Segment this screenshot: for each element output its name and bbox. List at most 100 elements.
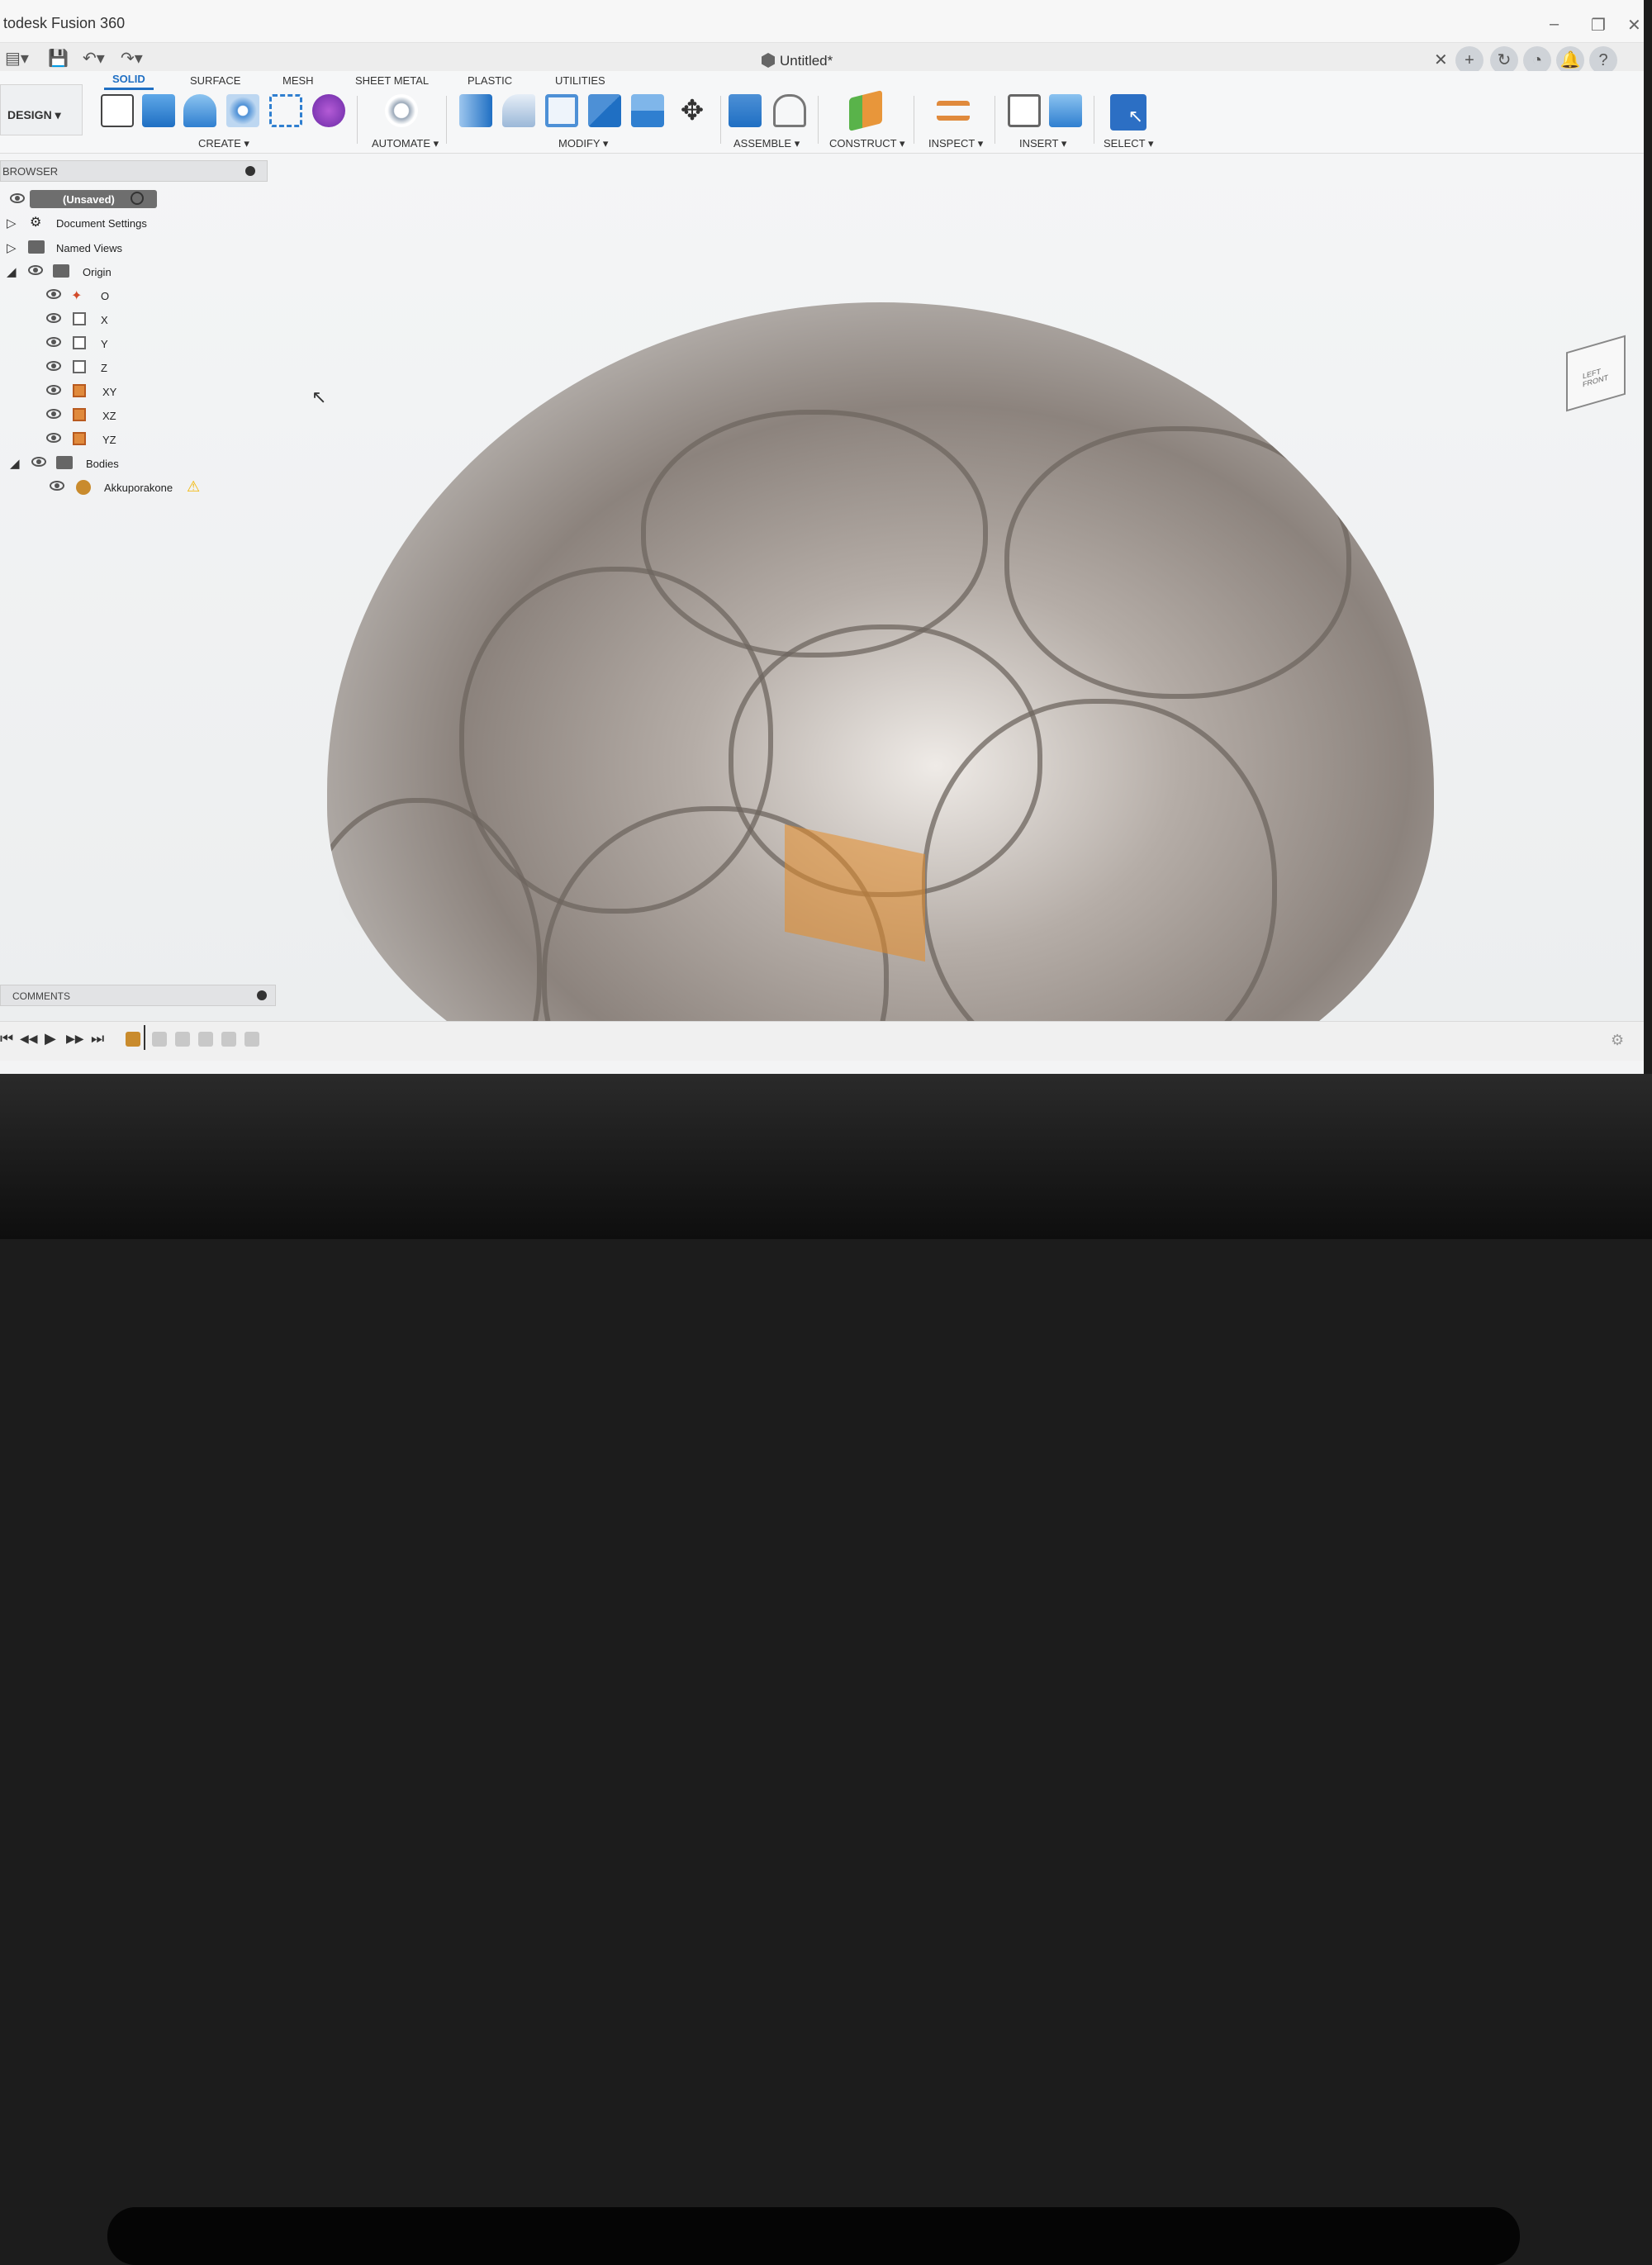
browser-item-x-axis[interactable]: X xyxy=(0,310,165,330)
collapse-triangle-icon[interactable]: ◢ xyxy=(7,264,17,279)
tab-sheet-metal[interactable]: SHEET METAL xyxy=(355,74,429,87)
select-group-label[interactable]: SELECT ▾ xyxy=(1104,137,1153,150)
browser-item-origin-point[interactable]: ✦ O xyxy=(0,286,165,306)
browser-item-body[interactable]: Akkuporakone ⚠ xyxy=(0,477,215,497)
tab-solid[interactable]: SOLID xyxy=(104,73,154,90)
gear-icon: ⚙ xyxy=(30,216,42,230)
timeline-bar: ⏮ ◀◀ ▶ ▶▶ ⏭ ⚙ xyxy=(0,1021,1644,1061)
construct-group-label[interactable]: CONSTRUCT ▾ xyxy=(829,137,905,150)
select-icon[interactable]: ↖ xyxy=(1110,94,1146,131)
fillet-icon[interactable] xyxy=(502,94,535,127)
visibility-eye-icon[interactable] xyxy=(46,337,61,347)
visibility-eye-icon[interactable] xyxy=(10,193,25,203)
tree-item-label: X xyxy=(101,314,108,326)
visibility-eye-icon[interactable] xyxy=(46,361,61,371)
extrude-icon[interactable] xyxy=(142,94,175,127)
close-button[interactable]: ✕ xyxy=(1627,15,1641,36)
notifications-icon[interactable]: 🔔 xyxy=(1556,46,1584,74)
close-document-icon[interactable]: ✕ xyxy=(1434,50,1448,70)
automate-group-label[interactable]: AUTOMATE ▾ xyxy=(372,137,439,150)
browser-item-xz-plane[interactable]: XZ xyxy=(0,406,165,425)
press-pull-icon[interactable] xyxy=(459,94,492,127)
joint-icon[interactable] xyxy=(773,94,806,127)
insert-derive-icon[interactable] xyxy=(1008,94,1041,127)
visibility-eye-icon[interactable] xyxy=(31,457,46,467)
workspace-switcher[interactable]: DESIGN ▾ xyxy=(0,84,83,135)
measure-icon[interactable] xyxy=(937,101,970,121)
timeline-marker[interactable] xyxy=(144,1025,145,1050)
browser-item-origin[interactable]: ◢ Origin xyxy=(0,262,165,282)
monitor-bezel xyxy=(0,1074,1652,2265)
toolbar-separator xyxy=(357,96,358,144)
extensions-icon[interactable]: ↻ xyxy=(1490,46,1518,74)
browser-item-xy-plane[interactable]: XY xyxy=(0,382,165,401)
visibility-eye-icon[interactable] xyxy=(50,481,64,491)
timeline-feature-icon[interactable] xyxy=(152,1032,167,1047)
shell-icon[interactable] xyxy=(545,94,578,127)
timeline-feature-icon[interactable] xyxy=(221,1032,236,1047)
browser-item-named-views[interactable]: ▷ Named Views xyxy=(0,238,165,258)
timeline-feature-icon[interactable] xyxy=(198,1032,213,1047)
browser-panel-header[interactable]: BROWSER xyxy=(0,160,268,182)
rectangular-pattern-icon[interactable] xyxy=(269,94,302,127)
warning-icon[interactable]: ⚠ xyxy=(187,478,200,496)
visibility-eye-icon[interactable] xyxy=(46,433,61,443)
visibility-eye-icon[interactable] xyxy=(28,265,43,275)
viewcube[interactable]: LEFT FRONT xyxy=(1566,335,1626,412)
timeline-feature-icon[interactable] xyxy=(126,1032,140,1047)
canvas-viewport[interactable]: LEFT FRONT ⟲ ▭ ✋ ⌕ 🔍 ▣ ▦ ⊞ ↖ xyxy=(0,154,1644,1021)
timeline-first-icon[interactable]: ⏮ xyxy=(0,1030,13,1047)
tab-mesh[interactable]: MESH xyxy=(282,74,314,87)
panel-seam xyxy=(922,699,1277,1021)
activate-radio-icon[interactable] xyxy=(131,192,144,205)
timeline-feature-icon[interactable] xyxy=(244,1032,259,1047)
maximize-button[interactable]: ❐ xyxy=(1591,15,1606,36)
visibility-eye-icon[interactable] xyxy=(46,313,61,323)
expand-triangle-icon[interactable]: ▷ xyxy=(7,216,17,230)
browser-item-bodies[interactable]: ◢ Bodies xyxy=(0,453,165,473)
move-icon[interactable]: ✥ xyxy=(676,94,709,127)
automate-icon[interactable] xyxy=(385,94,418,127)
create-form-icon[interactable] xyxy=(312,94,345,127)
revolve-icon[interactable] xyxy=(183,94,216,127)
browser-item-y-axis[interactable]: Y xyxy=(0,334,165,354)
timeline-next-icon[interactable]: ▶▶ xyxy=(66,1032,84,1046)
create-sketch-icon[interactable] xyxy=(101,94,134,127)
hole-icon[interactable] xyxy=(226,94,259,127)
new-component-icon[interactable] xyxy=(729,94,762,127)
create-group-label[interactable]: CREATE ▾ xyxy=(198,137,249,150)
visibility-eye-icon[interactable] xyxy=(46,289,61,299)
comments-panel-header[interactable]: COMMENTS xyxy=(0,985,276,1006)
comments-toggle-icon[interactable] xyxy=(257,990,267,1000)
expand-triangle-icon[interactable]: ▷ xyxy=(7,240,17,255)
browser-pin-icon[interactable] xyxy=(245,166,255,176)
timeline-last-icon[interactable]: ⏭ xyxy=(91,1030,104,1047)
visibility-eye-icon[interactable] xyxy=(46,385,61,395)
insert-group-label[interactable]: INSERT ▾ xyxy=(1019,137,1066,150)
timeline-feature-icon[interactable] xyxy=(175,1032,190,1047)
inspect-group-label[interactable]: INSPECT ▾ xyxy=(928,137,983,150)
timeline-settings-icon[interactable]: ⚙ xyxy=(1611,1032,1624,1049)
browser-root[interactable]: (Unsaved) xyxy=(0,190,165,210)
minimize-button[interactable]: – xyxy=(1550,15,1559,34)
timeline-prev-icon[interactable]: ◀◀ xyxy=(20,1032,38,1046)
tab-plastic[interactable]: PLASTIC xyxy=(468,74,512,87)
toolbar-separator xyxy=(446,96,447,144)
browser-item-yz-plane[interactable]: YZ xyxy=(0,430,165,449)
browser-item-document-settings[interactable]: ▷ ⚙ Document Settings xyxy=(0,213,165,233)
insert-canvas-icon[interactable] xyxy=(1049,94,1082,127)
offset-plane-icon[interactable] xyxy=(849,90,882,131)
help-icon[interactable]: ? xyxy=(1589,46,1617,74)
assemble-group-label[interactable]: ASSEMBLE ▾ xyxy=(733,137,800,150)
browser-item-z-axis[interactable]: Z xyxy=(0,358,165,378)
timeline-play-icon[interactable]: ▶ xyxy=(45,1030,56,1047)
modify-group-label[interactable]: MODIFY ▾ xyxy=(558,137,608,150)
tab-utilities[interactable]: UTILITIES xyxy=(555,74,605,87)
offset-face-icon[interactable] xyxy=(631,94,664,127)
combine-icon[interactable] xyxy=(588,94,621,127)
collapse-triangle-icon[interactable]: ◢ xyxy=(10,456,20,471)
job-status-icon[interactable]: ◔ xyxy=(1523,46,1551,74)
visibility-eye-icon[interactable] xyxy=(46,409,61,419)
new-tab-icon[interactable]: + xyxy=(1455,46,1483,74)
tab-surface[interactable]: SURFACE xyxy=(190,74,240,87)
